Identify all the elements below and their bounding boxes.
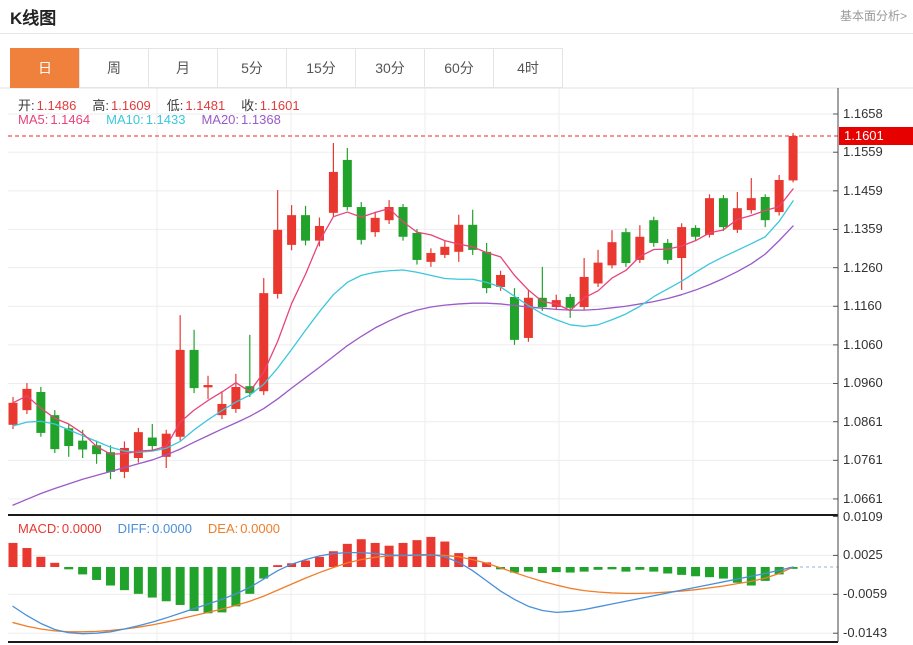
macd-tick-label: 0.0025 (843, 547, 883, 563)
macd-legend-item: MACD:0.0000 (18, 521, 102, 536)
tab-15分[interactable]: 15分 (286, 48, 356, 88)
price-tick-label: 1.1559 (843, 144, 883, 160)
quote-item: 高:1.1609 (92, 98, 150, 113)
header-divider (0, 33, 913, 34)
price-tick-label: 1.1658 (843, 106, 883, 122)
price-tick-label: 1.0861 (843, 414, 883, 430)
tab-月[interactable]: 月 (148, 48, 218, 88)
price-tick-label: 1.1160 (843, 298, 882, 314)
quote-item: 低:1.1481 (167, 98, 225, 113)
macd-legend-item: DIFF:0.0000 (118, 521, 192, 536)
tab-周[interactable]: 周 (79, 48, 149, 88)
price-tick-label: 1.1260 (843, 260, 883, 276)
tab-30分[interactable]: 30分 (355, 48, 425, 88)
macd-legend-row: MACD:0.0000 DIFF:0.0000 DEA:0.0000 (18, 521, 296, 536)
price-tick-label: 1.0960 (843, 375, 883, 391)
macd-tick-label: 0.0109 (843, 509, 883, 525)
ma-legend-item: MA20:1.1368 (201, 112, 280, 127)
ma-legend-row: MA5:1.1464 MA10:1.1433 MA20:1.1368 (18, 112, 297, 127)
tab-5分[interactable]: 5分 (217, 48, 287, 88)
macd-tick-label: -0.0059 (843, 586, 887, 602)
tab-4时[interactable]: 4时 (493, 48, 563, 88)
tab-60分[interactable]: 60分 (424, 48, 494, 88)
price-tick-label: 1.1459 (843, 183, 883, 199)
price-tick-label: 1.0761 (843, 452, 883, 468)
price-tick-label: 1.0661 (843, 491, 883, 507)
ma-legend-item: MA10:1.1433 (106, 112, 185, 127)
price-tick-label: 1.1359 (843, 221, 883, 237)
macd-tick-label: -0.0143 (843, 625, 887, 641)
quote-item: 开:1.1486 (18, 98, 76, 113)
tab-日[interactable]: 日 (10, 48, 80, 88)
price-tick-label: 1.1060 (843, 337, 883, 353)
page-title: K线图 (10, 4, 56, 29)
quote-item: 收:1.1601 (241, 98, 299, 113)
macd-legend-item: DEA:0.0000 (208, 521, 280, 536)
interval-tabs: 日周月5分15分30分60分4时 (10, 48, 563, 88)
fundamental-analysis-link[interactable]: 基本面分析> (840, 7, 907, 24)
ma-legend-item: MA5:1.1464 (18, 112, 90, 127)
current-price-flag: 1.1601 (839, 127, 913, 145)
